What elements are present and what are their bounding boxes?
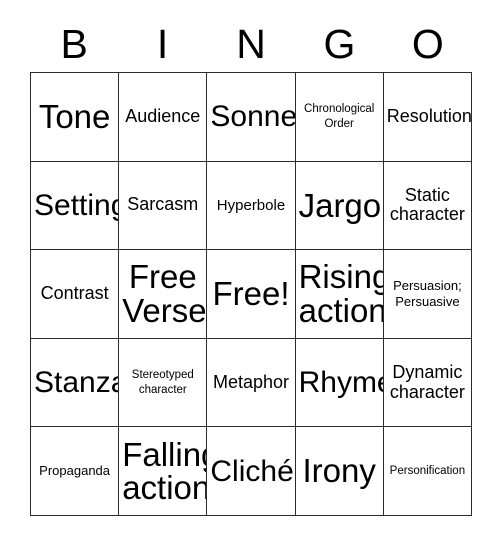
bingo-cell-r2c2[interactable]: Sarcasm: [119, 161, 208, 251]
bingo-cell-label: Free!: [212, 275, 290, 313]
bingo-cell-label: Metaphor: [212, 371, 290, 392]
bingo-card: B I N G O Tone Audience Sonnet Chronologica…: [0, 0, 500, 544]
bingo-cell-r1c1[interactable]: Tone: [31, 73, 120, 162]
bingo-cell-r4c3[interactable]: Metaphor: [207, 338, 296, 428]
bingo-cell-label: Sarcasm: [127, 194, 199, 215]
header-letter-g: G: [323, 21, 356, 67]
bingo-cell-label: Chronological Order: [304, 103, 375, 130]
bingo-cell-label: Personification: [389, 465, 466, 477]
bingo-cell-label: Cliché: [210, 454, 294, 488]
bingo-cell-r3c5[interactable]: Persuasion; Persuasive: [383, 250, 472, 339]
bingo-grid: Tone Audience Sonnet Chronological Order Res…: [30, 72, 472, 516]
bingo-cell-label: Stereotyped character: [131, 369, 194, 396]
bingo-cell-r1c2[interactable]: Audience: [119, 73, 208, 162]
header-letter-i: I: [156, 21, 169, 67]
bingo-cell-r2c5[interactable]: Static character: [383, 161, 472, 251]
bingo-cell-label: Rhyme: [298, 366, 383, 399]
header-letter-b: B: [60, 21, 88, 67]
bingo-cell-r5c1[interactable]: Propaganda: [31, 427, 120, 516]
bingo-cell-r5c2[interactable]: Falling action: [119, 427, 208, 516]
bingo-cell-r5c5[interactable]: Personification: [383, 427, 472, 516]
bingo-cell-label: Audience: [125, 105, 201, 126]
bingo-cell-r4c2[interactable]: Stereotyped character: [119, 338, 208, 428]
bingo-cell-r1c5[interactable]: Resolution: [383, 73, 472, 162]
bingo-cell-label: Dynamic character: [389, 361, 465, 402]
bingo-cell-r3c2[interactable]: Free Verse: [119, 250, 208, 339]
bingo-cell-r3c4[interactable]: Rising action: [295, 250, 384, 339]
bingo-cell-label: Tone: [38, 97, 111, 135]
bingo-cell-label: Irony: [302, 452, 376, 490]
bingo-cell-r2c3[interactable]: Hyperbole: [207, 161, 296, 251]
bingo-header: B I N G O: [30, 16, 472, 72]
bingo-cell-r2c1[interactable]: Setting: [31, 161, 120, 251]
bingo-cell-label: Static character: [389, 184, 465, 225]
bingo-cell-r4c4[interactable]: Rhyme: [295, 338, 384, 428]
bingo-cell-label: Resolution: [386, 105, 472, 126]
bingo-cell-r4c5[interactable]: Dynamic character: [383, 338, 472, 428]
bingo-cell-label: Stanza: [34, 366, 120, 399]
bingo-cell-r2c4[interactable]: Jargon: [295, 161, 384, 251]
bingo-cell-r4c1[interactable]: Stanza: [31, 338, 120, 428]
bingo-cell-label: Jargon: [298, 186, 383, 224]
bingo-cell-r1c4[interactable]: Chronological Order: [295, 73, 384, 162]
bingo-cell-label: Sonnet: [210, 100, 296, 134]
bingo-cell-label: Persuasion; Persuasive: [393, 278, 462, 309]
bingo-cell-r5c4[interactable]: Irony: [295, 427, 384, 516]
bingo-cell-label: Rising action: [298, 258, 384, 329]
bingo-cell-label: Falling action: [122, 435, 208, 507]
bingo-cell-r3c3[interactable]: Free!: [207, 250, 296, 339]
bingo-cell-label: Setting: [34, 188, 120, 222]
bingo-cell-r3c1[interactable]: Contrast: [31, 250, 120, 339]
bingo-cell-r5c3[interactable]: Cliché: [207, 427, 296, 516]
bingo-cell-label: Hyperbole: [216, 196, 286, 214]
bingo-cell-label: Propaganda: [39, 463, 111, 479]
header-letter-n: N: [236, 21, 266, 67]
bingo-cell-r1c3[interactable]: Sonnet: [207, 73, 296, 162]
bingo-cell-label: Free Verse: [122, 258, 207, 329]
bingo-cell-label: Contrast: [40, 283, 109, 304]
header-letter-o: O: [411, 21, 444, 67]
